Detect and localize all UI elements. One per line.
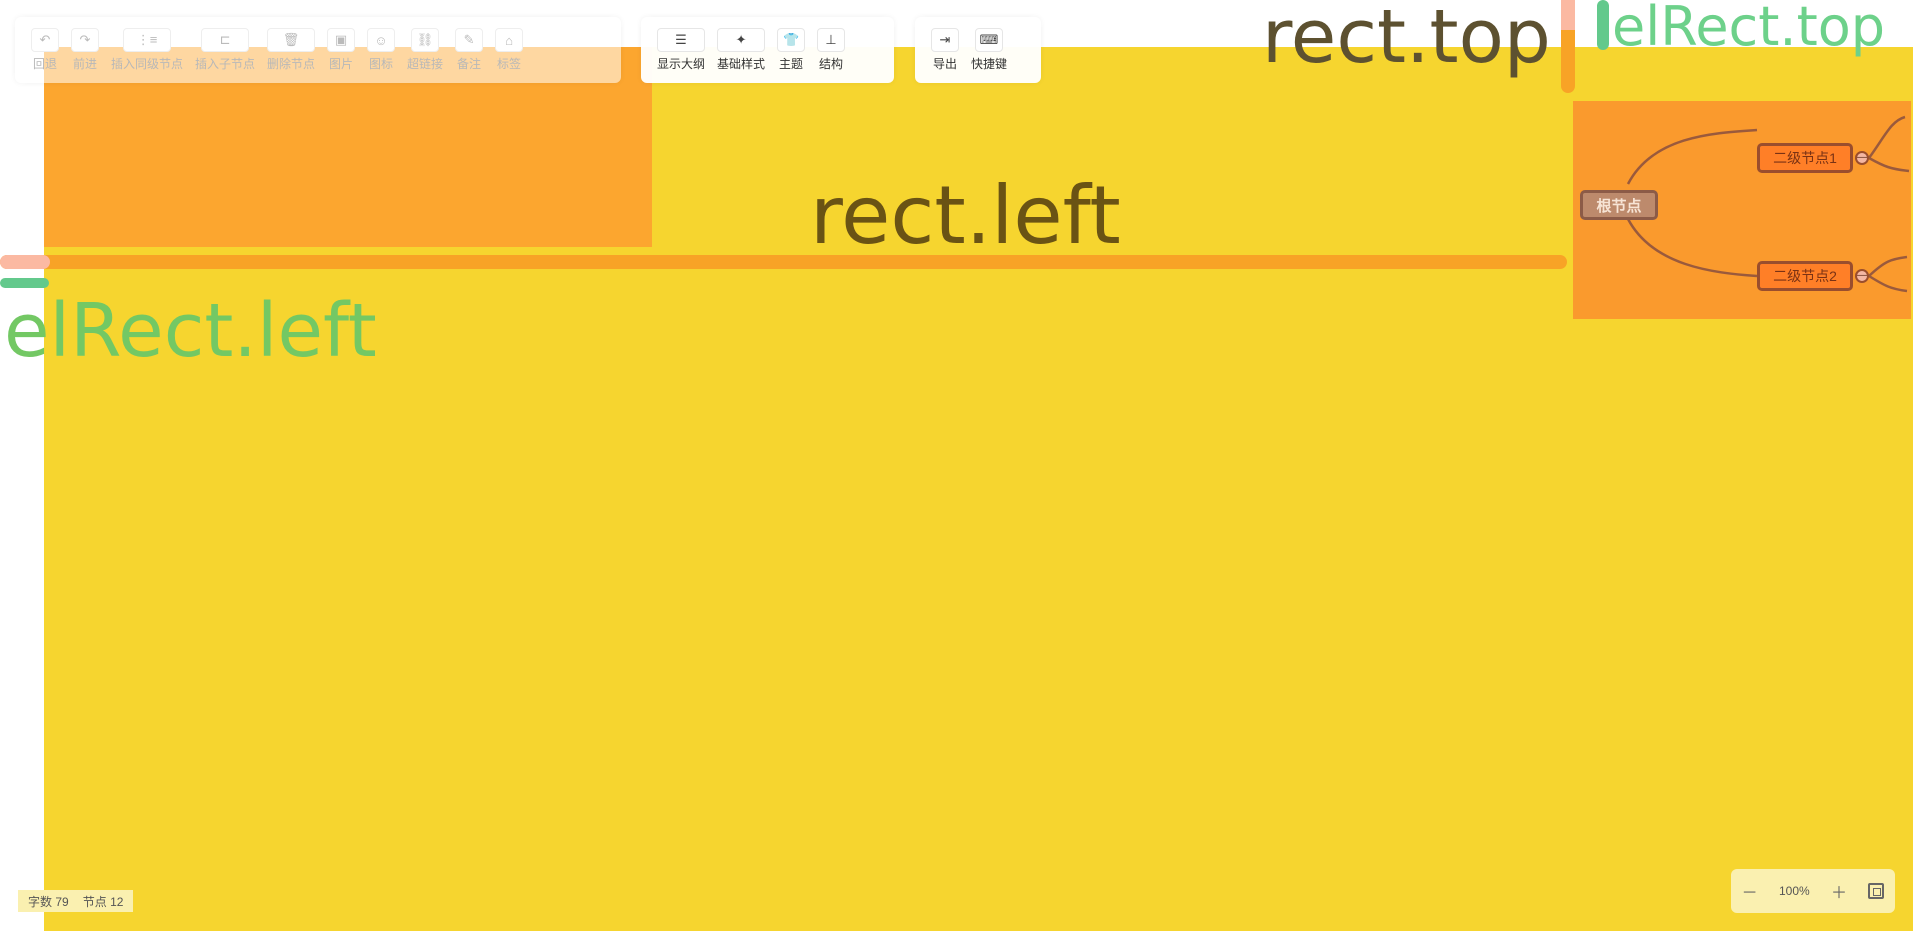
export-label: 导出 bbox=[932, 57, 957, 71]
theme-button[interactable]: 👕 主题 bbox=[777, 28, 806, 72]
undo-label: 回退 bbox=[32, 57, 57, 71]
tag-icon: ⌂ bbox=[495, 28, 524, 52]
word-count-label: 字数 bbox=[28, 894, 53, 909]
magic-wand-icon: ✦ bbox=[717, 28, 766, 52]
outline-icon: ☰ bbox=[657, 28, 705, 52]
emoji-icon-label: 图标 bbox=[369, 57, 394, 71]
base-style-label: 基础样式 bbox=[717, 57, 766, 71]
sibling-node-icon: ⋮≡ bbox=[123, 28, 171, 52]
elrect-left-marker bbox=[0, 278, 49, 288]
zoom-level: 100% bbox=[1778, 884, 1810, 898]
smiley-icon: ☺ bbox=[367, 28, 396, 52]
hyperlink-label: 超链接 bbox=[407, 57, 444, 71]
fit-screen-icon[interactable] bbox=[1868, 883, 1885, 899]
show-outline-label: 显示大纲 bbox=[657, 57, 706, 71]
view-toolbar: ☰ 显示大纲 ✦ 基础样式 👕 主题 ⊥ 结构 bbox=[641, 17, 894, 83]
emoji-icon-button[interactable]: ☺ 图标 bbox=[367, 28, 396, 72]
insert-child-label: 插入子节点 bbox=[195, 57, 256, 71]
note-button[interactable]: ✎ 备注 bbox=[455, 28, 484, 72]
structure-label: 结构 bbox=[819, 57, 844, 71]
node-count-value: 12 bbox=[110, 894, 124, 909]
child-node-icon: ⊏ bbox=[201, 28, 250, 52]
image-icon: ▣ bbox=[327, 28, 356, 52]
word-count-value: 79 bbox=[55, 894, 69, 909]
count-status-bar: 字数 79 节点 12 bbox=[18, 890, 134, 912]
redo-button[interactable]: ↷ 前进 bbox=[71, 28, 99, 72]
zoom-control: － 100% ＋ bbox=[1731, 869, 1895, 913]
rect-top-label: rect.top bbox=[1262, 0, 1551, 80]
base-style-button[interactable]: ✦ 基础样式 bbox=[717, 28, 765, 72]
link-icon: ⛓ bbox=[411, 28, 440, 52]
theme-label: 主题 bbox=[779, 57, 804, 71]
delete-node-label: 删除节点 bbox=[267, 57, 316, 71]
edit-toolbar: ↶ 回退 ↷ 前进 ⋮≡ 插入同级节点 ⊏ 插入子节点 🗑 删除节点 ▣ 图片 ☺ 图标 ⛓ 超链接 ✎ 备注 ⌂ 标… bbox=[15, 17, 621, 83]
collapse-node-2-button[interactable]: — bbox=[1855, 269, 1869, 283]
child-node-1[interactable]: 二级节点1 bbox=[1757, 143, 1853, 173]
redo-icon: ↷ bbox=[71, 28, 99, 52]
tag-label: 标签 bbox=[497, 57, 522, 71]
zoom-in-button[interactable]: ＋ bbox=[1831, 879, 1847, 903]
export-icon: ⇥ bbox=[931, 28, 959, 52]
insert-child-button[interactable]: ⊏ 插入子节点 bbox=[195, 28, 255, 72]
shortcuts-button[interactable]: ⌨ 快捷键 bbox=[971, 28, 1007, 72]
structure-button[interactable]: ⊥ 结构 bbox=[817, 28, 846, 72]
word-count: 字数 79 bbox=[28, 893, 69, 910]
undo-icon: ↶ bbox=[31, 28, 59, 52]
elrect-top-label: elRect.top bbox=[1612, 0, 1886, 58]
elrect-top-marker bbox=[1597, 0, 1609, 50]
shortcuts-label: 快捷键 bbox=[971, 57, 1008, 71]
shirt-icon: 👕 bbox=[777, 28, 806, 52]
rect-top-marker-start bbox=[1561, 0, 1575, 30]
rect-left-marker bbox=[0, 255, 1567, 269]
tag-button[interactable]: ⌂ 标签 bbox=[495, 28, 524, 72]
rect-left-label: rect.left bbox=[810, 169, 1121, 262]
export-button[interactable]: ⇥ 导出 bbox=[931, 28, 959, 72]
collapse-node-1-button[interactable]: — bbox=[1855, 151, 1869, 165]
child-node-2[interactable]: 二级节点2 bbox=[1757, 261, 1853, 291]
mindmap-canvas[interactable]: rect.top elRect.top rect.left elRect.lef… bbox=[0, 0, 1913, 931]
node-count-label: 节点 bbox=[82, 894, 107, 909]
hierarchy-icon: ⊥ bbox=[817, 28, 846, 52]
redo-label: 前进 bbox=[72, 57, 97, 71]
rect-left-marker-start bbox=[0, 255, 50, 269]
delete-node-button[interactable]: 🗑 删除节点 bbox=[267, 28, 315, 72]
note-icon: ✎ bbox=[455, 28, 484, 52]
node-count: 节点 12 bbox=[83, 893, 124, 910]
hyperlink-button[interactable]: ⛓ 超链接 bbox=[407, 28, 443, 72]
insert-sibling-button[interactable]: ⋮≡ 插入同级节点 bbox=[111, 28, 183, 72]
trash-icon: 🗑 bbox=[267, 28, 316, 52]
root-node[interactable]: 根节点 bbox=[1580, 190, 1658, 220]
insert-sibling-label: 插入同级节点 bbox=[111, 57, 184, 71]
image-label: 图片 bbox=[329, 57, 354, 71]
elrect-left-label: elRect.left bbox=[4, 288, 377, 374]
undo-button[interactable]: ↶ 回退 bbox=[31, 28, 59, 72]
file-toolbar: ⇥ 导出 ⌨ 快捷键 bbox=[915, 17, 1041, 83]
note-label: 备注 bbox=[457, 57, 482, 71]
image-button[interactable]: ▣ 图片 bbox=[327, 28, 356, 72]
show-outline-button[interactable]: ☰ 显示大纲 bbox=[657, 28, 705, 72]
keyboard-icon: ⌨ bbox=[975, 28, 1003, 52]
zoom-out-button[interactable]: － bbox=[1742, 879, 1758, 903]
